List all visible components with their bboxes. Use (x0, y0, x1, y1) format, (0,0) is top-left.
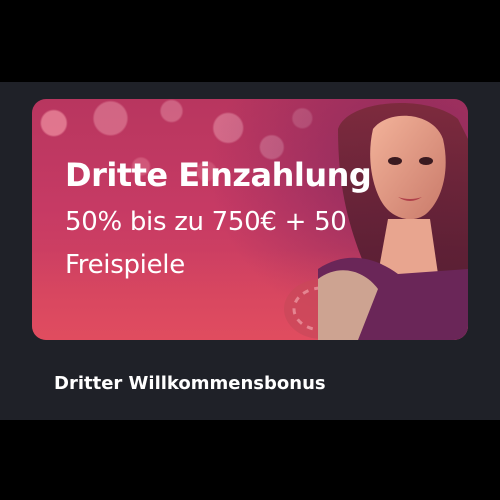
promo-subtitle: 50% bis zu 750€ + 50 Freispiele (65, 207, 347, 280)
promo-card[interactable]: Dritte Einzahlung 50% bis zu 750€ + 50 F… (0, 82, 500, 420)
promo-title: Dritte Einzahlung (65, 156, 372, 194)
promo-banner[interactable]: Dritte Einzahlung 50% bis zu 750€ + 50 F… (32, 99, 468, 340)
promo-caption: Dritter Willkommensbonus (54, 373, 326, 394)
